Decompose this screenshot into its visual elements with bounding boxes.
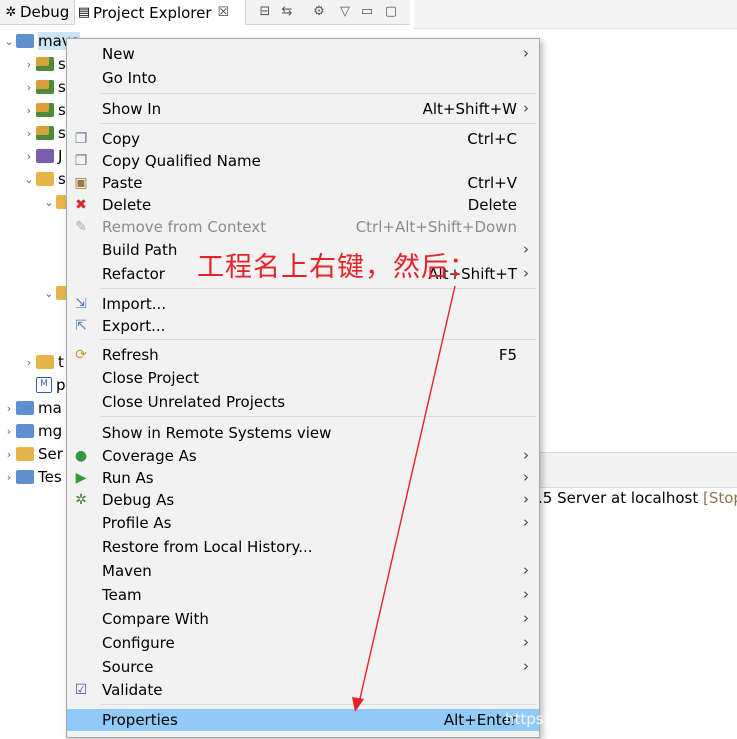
watermark: https://blog.csdn.net/csucsgoat: [505, 710, 737, 728]
annotation-arrow: [352, 285, 456, 712]
annotation-arrow-head: [352, 697, 364, 712]
annotation-arrow-line: [358, 285, 456, 704]
